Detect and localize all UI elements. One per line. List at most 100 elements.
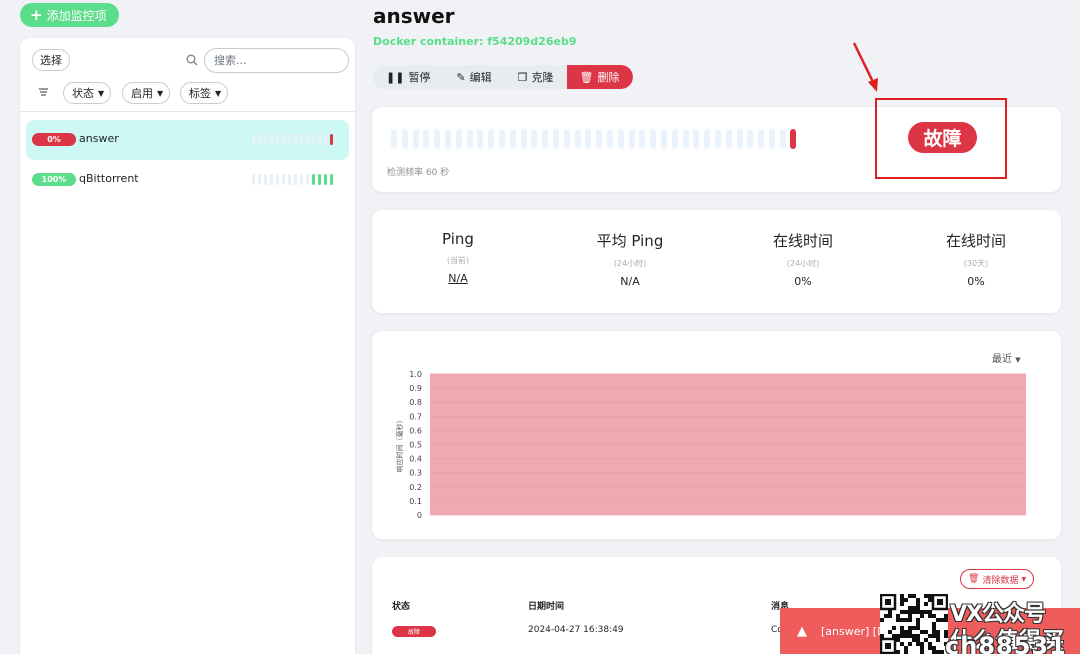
- qr-module: [904, 646, 908, 650]
- heartbeat-tick[interactable]: [671, 129, 678, 149]
- heartbeat-tick: [306, 174, 309, 185]
- trash-icon: 🗑: [968, 574, 980, 584]
- qr-module: [916, 606, 920, 610]
- heartbeat-tick[interactable]: [693, 129, 700, 149]
- event-status-badge: 故障: [392, 626, 436, 637]
- qr-module: [896, 638, 900, 642]
- heartbeat-tick[interactable]: [488, 129, 495, 149]
- qr-code-watermark: [880, 594, 948, 654]
- qr-module: [916, 598, 920, 602]
- heartbeat-tick[interactable]: [639, 129, 646, 149]
- qr-module: [920, 646, 924, 650]
- select-button[interactable]: 选择: [32, 49, 70, 71]
- qr-module: [908, 606, 912, 610]
- edit-button[interactable]: ✎ 编辑: [443, 65, 504, 89]
- heartbeat-tick[interactable]: [444, 129, 451, 149]
- stat-value[interactable]: N/A: [372, 272, 544, 285]
- qr-module: [936, 650, 940, 654]
- filter-icon[interactable]: [39, 88, 48, 96]
- heartbeat-tick[interactable]: [520, 129, 527, 149]
- qr-module: [888, 630, 892, 634]
- annotation-highlight-box: [875, 98, 1007, 179]
- heartbeat-tick[interactable]: [477, 129, 484, 149]
- qr-module: [932, 614, 936, 618]
- heartbeat-tick[interactable]: [585, 129, 592, 149]
- filter-active-label: 启用: [131, 87, 153, 100]
- filter-active-dropdown[interactable]: 启用 ▼: [122, 82, 171, 104]
- heartbeat-tick[interactable]: [412, 129, 419, 149]
- search-input[interactable]: [204, 48, 349, 73]
- heartbeat-tick[interactable]: [650, 129, 657, 149]
- heartbeat-tick[interactable]: [660, 129, 667, 149]
- heartbeat-tick[interactable]: [423, 129, 430, 149]
- stats-card: Ping (当前) N/A 平均 Ping (24小时) N/A 在线时间 (2…: [372, 210, 1061, 313]
- qr-module: [916, 638, 920, 642]
- qr-module: [944, 614, 948, 618]
- qr-module: [900, 598, 904, 602]
- heartbeat-tick[interactable]: [552, 129, 559, 149]
- column-header-status: 状态: [392, 602, 411, 612]
- chevron-down-icon: ▼: [215, 88, 222, 98]
- qr-module: [916, 618, 920, 622]
- qr-module: [920, 614, 924, 618]
- qr-module: [940, 650, 944, 654]
- heartbeat-tick[interactable]: [531, 129, 538, 149]
- monitor-item-answer[interactable]: 0% answer: [26, 120, 349, 160]
- heartbeat-tick[interactable]: [563, 129, 570, 149]
- heartbeat-tick: [318, 134, 321, 145]
- heartbeat-tick[interactable]: [391, 129, 397, 149]
- heartbeat-tick[interactable]: [574, 129, 581, 149]
- qr-finder-center: [885, 599, 891, 605]
- qr-module: [912, 626, 916, 630]
- heartbeat-tick[interactable]: [736, 129, 743, 149]
- heartbeat-tick[interactable]: [758, 129, 765, 149]
- heartbeat-tick[interactable]: [509, 129, 516, 149]
- clear-data-button[interactable]: 🗑 清除数据 ▼: [960, 569, 1035, 589]
- add-monitor-button[interactable]: + 添加监控项: [20, 3, 119, 27]
- qr-finder-center: [937, 599, 943, 605]
- stat-avg-ping: 平均 Ping (24小时) N/A: [544, 230, 716, 288]
- heartbeat-tick: [306, 134, 309, 145]
- heartbeat-tick: [270, 134, 273, 145]
- qr-module: [884, 614, 888, 618]
- heartbeat-tick[interactable]: [768, 129, 775, 149]
- qr-module: [932, 634, 936, 638]
- qr-module: [912, 606, 916, 610]
- qr-module: [912, 638, 916, 642]
- heartbeat-tick[interactable]: [434, 129, 441, 149]
- qr-module: [908, 610, 912, 614]
- heartbeat-tick[interactable]: [704, 129, 711, 149]
- qr-module: [928, 642, 932, 646]
- monitor-item-qbittorrent[interactable]: 100% qBittorrent: [26, 160, 349, 200]
- qr-module: [920, 642, 924, 646]
- heartbeat-tick: [300, 174, 303, 185]
- heartbeat-tick[interactable]: [725, 129, 732, 149]
- heartbeat-tick[interactable]: [401, 129, 408, 149]
- delete-button[interactable]: 🗑 删除: [566, 65, 633, 89]
- heartbeat-tick[interactable]: [790, 129, 797, 149]
- heartbeat-tick[interactable]: [498, 129, 505, 149]
- heartbeat-tick[interactable]: [682, 129, 689, 149]
- heartbeat-tick[interactable]: [542, 129, 549, 149]
- heartbeat-tick[interactable]: [455, 129, 462, 149]
- heartbeat-tick[interactable]: [779, 129, 786, 149]
- pause-button[interactable]: ❚❚ 暂停: [373, 65, 443, 89]
- heartbeat-tick[interactable]: [747, 129, 754, 149]
- heartbeat-tick[interactable]: [596, 129, 603, 149]
- qr-module: [908, 618, 912, 622]
- heartbeat-tick[interactable]: [606, 129, 613, 149]
- heartbeat-tick: [264, 174, 267, 185]
- heartbeat-tick[interactable]: [617, 129, 624, 149]
- qr-module: [880, 634, 884, 638]
- stat-heading: Ping: [442, 230, 474, 248]
- qr-module: [932, 626, 936, 630]
- heartbeat-tick[interactable]: [466, 129, 473, 149]
- heartbeat-tick[interactable]: [714, 129, 721, 149]
- filter-status-dropdown[interactable]: 状态 ▼: [63, 82, 112, 104]
- heartbeat-tick[interactable]: [628, 129, 635, 149]
- qr-module: [920, 650, 924, 654]
- mini-heartbeat-bar: [252, 134, 333, 145]
- qr-module: [900, 618, 904, 622]
- filter-tags-dropdown[interactable]: 标签 ▼: [180, 82, 229, 104]
- clone-button[interactable]: ❐ 克隆: [505, 65, 567, 89]
